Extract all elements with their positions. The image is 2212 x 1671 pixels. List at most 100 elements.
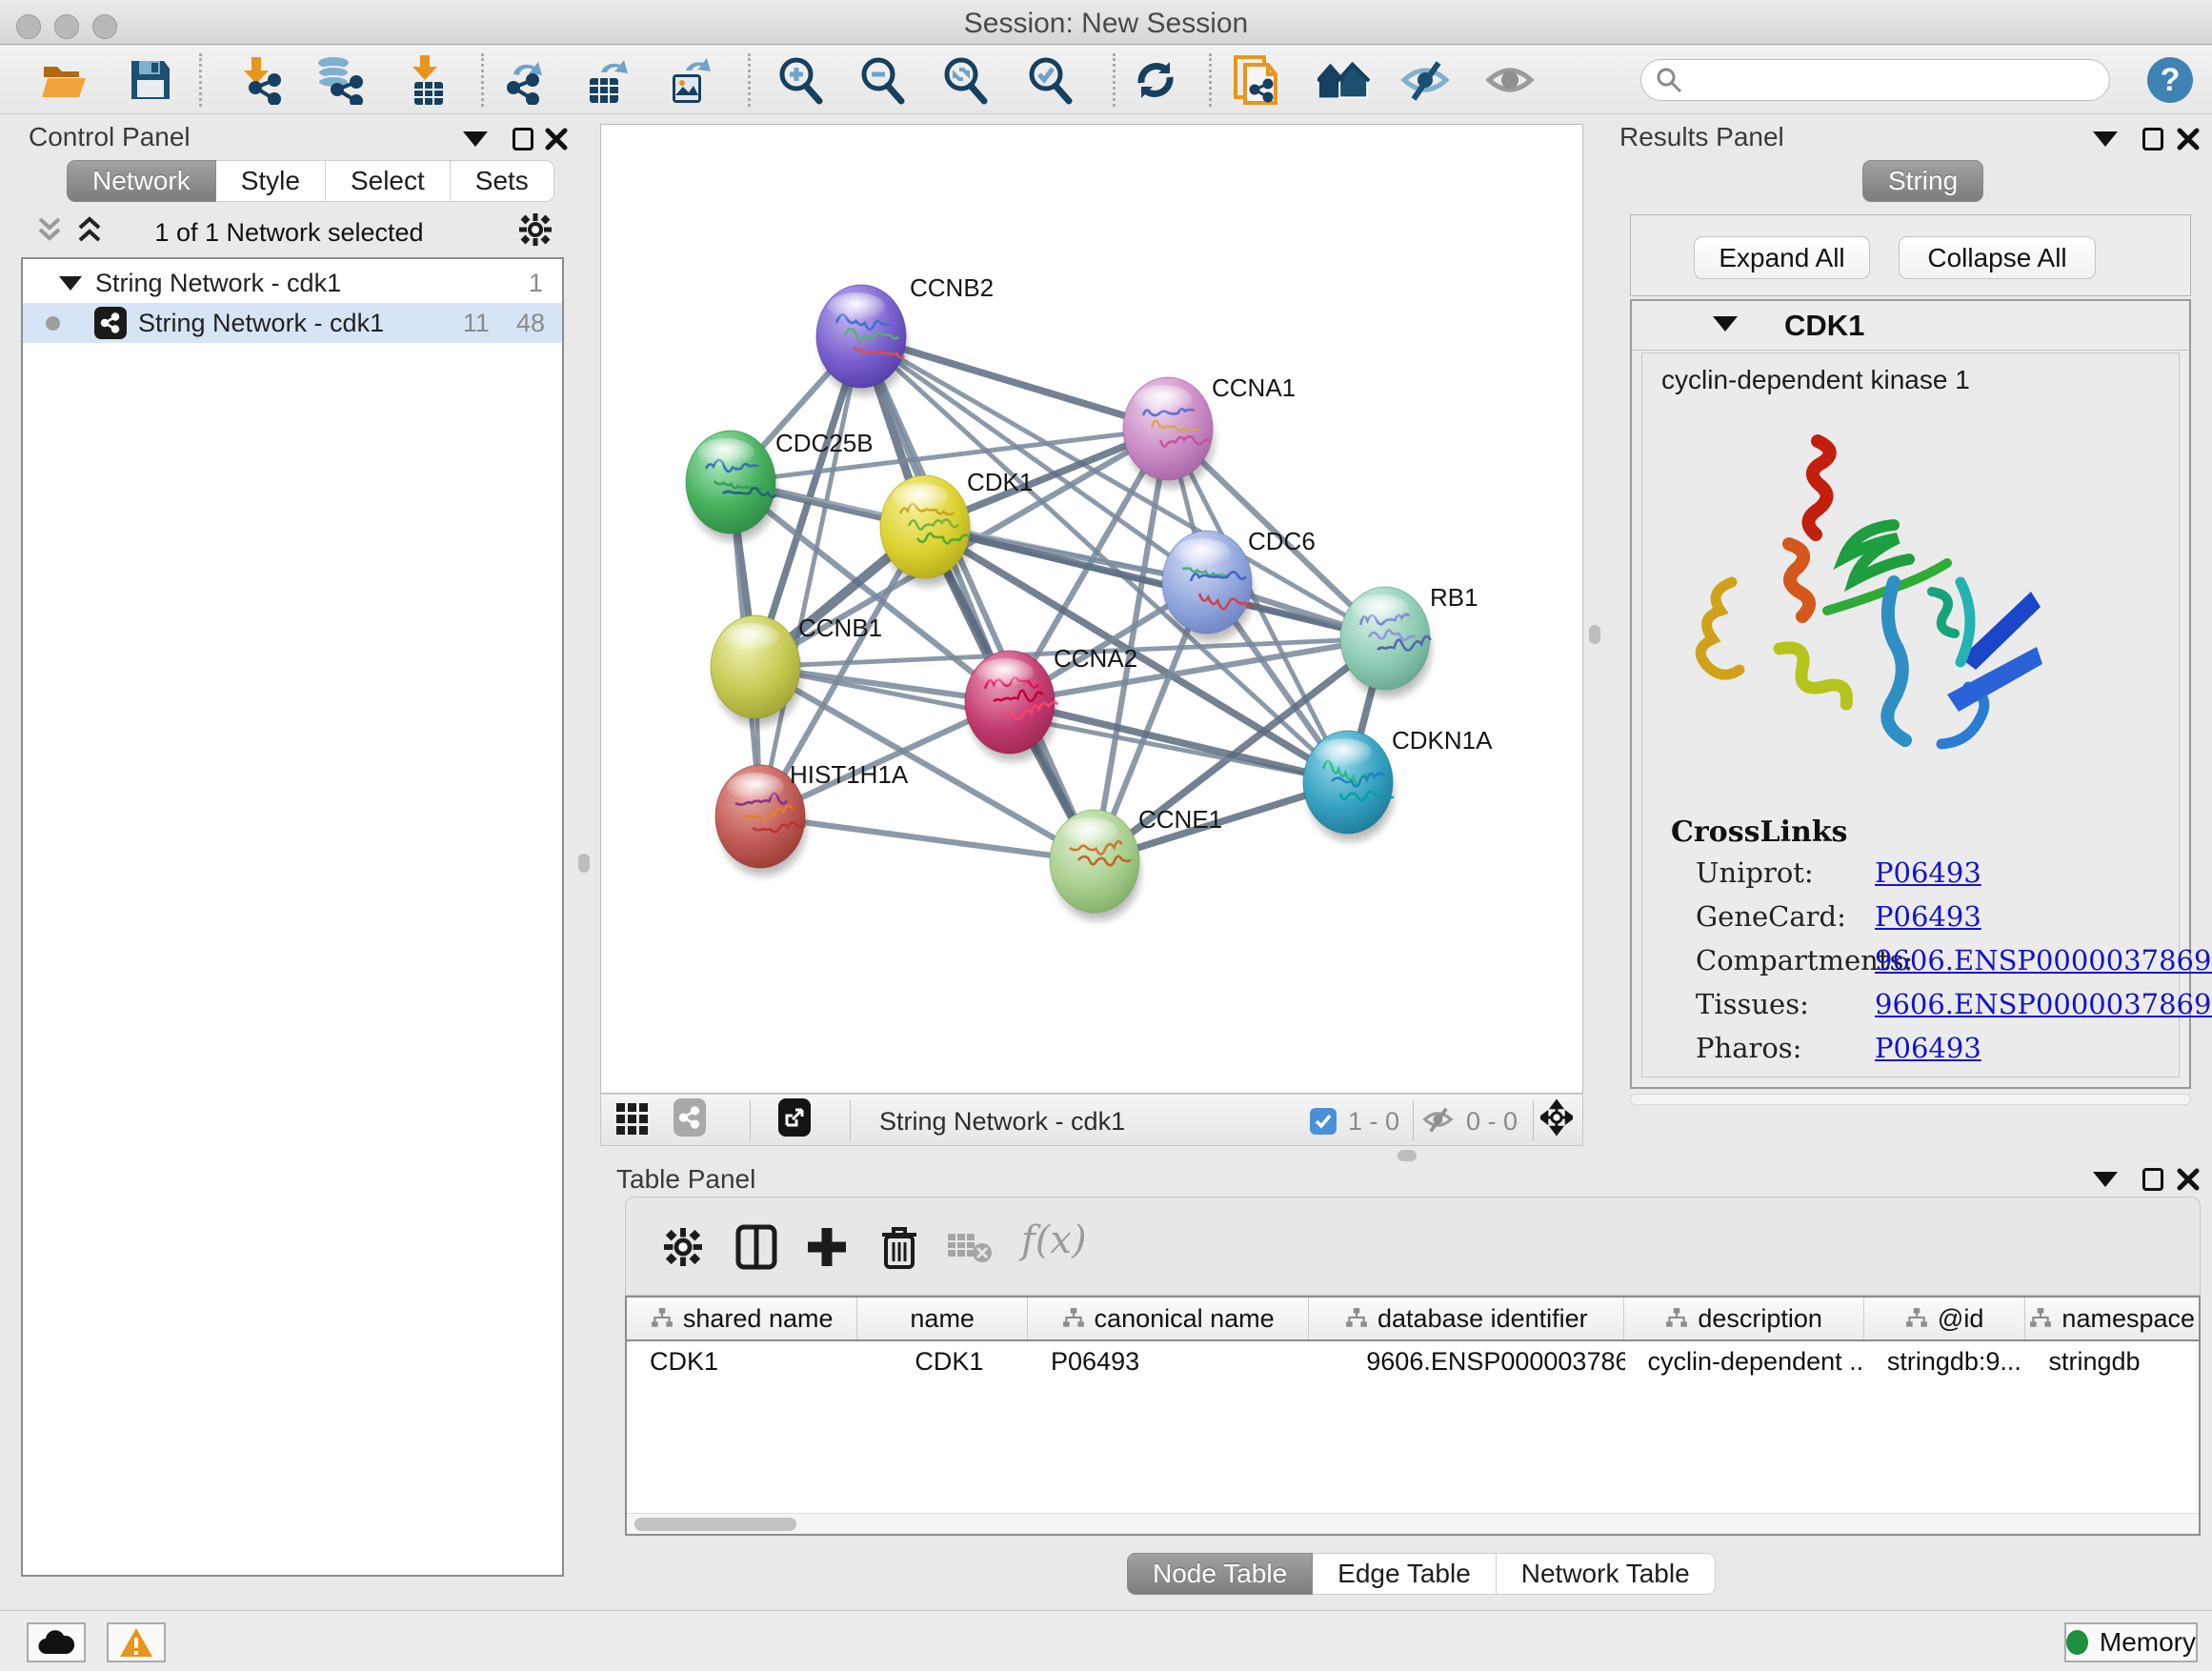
- toolbar-separator: [1113, 53, 1116, 107]
- zoom-selected-button[interactable]: [1023, 55, 1076, 105]
- birdseye-view-button[interactable]: [778, 1102, 811, 1133]
- network-badge-button[interactable]: [674, 1102, 706, 1133]
- results-panel-close-button[interactable]: [2172, 124, 2204, 154]
- search-input[interactable]: [1683, 66, 2083, 95]
- results-panel-menu-button[interactable]: [2089, 124, 2122, 154]
- memory-label: Memory: [2100, 1627, 2196, 1658]
- table-hscrollbar-thumb[interactable]: [634, 1518, 796, 1531]
- expand-all-button[interactable]: Expand All: [1694, 236, 1870, 279]
- warnings-button[interactable]: [107, 1622, 166, 1662]
- network-node-HIST1H1A[interactable]: HIST1H1A: [715, 760, 909, 876]
- hide-graphics-details-button[interactable]: [1399, 55, 1453, 105]
- results-scrollbar-track[interactable]: [1630, 1094, 2191, 1105]
- manage-networks-button[interactable]: [1317, 55, 1371, 105]
- apply-layout-button[interactable]: [1129, 55, 1182, 105]
- show-columns-button[interactable]: [732, 1222, 781, 1272]
- function-builder-button[interactable]: f(x): [1021, 1218, 1087, 1262]
- import-network-file-button[interactable]: [232, 55, 286, 105]
- tab-edge-table[interactable]: Edge Table: [1313, 1553, 1497, 1595]
- results-panel-float-button[interactable]: [2137, 124, 2169, 154]
- crosslink-link[interactable]: P06493: [1875, 1032, 1981, 1064]
- database-icon: [312, 55, 364, 105]
- column-header-description[interactable]: description: [1624, 1298, 1863, 1339]
- import-table-button[interactable]: [401, 55, 454, 105]
- zoom-in-button[interactable]: [774, 55, 827, 105]
- network-edge[interactable]: [760, 816, 1095, 861]
- zoom-selected-icon: [1025, 55, 1075, 105]
- column-header-canonical-name[interactable]: canonical name: [1028, 1298, 1309, 1339]
- control-panel-tabs: Network Style Select Sets: [67, 160, 554, 202]
- network-options-button[interactable]: [519, 214, 552, 245]
- tree-expander-icon[interactable]: [59, 276, 82, 291]
- column-header-shared-name[interactable]: shared name: [627, 1298, 857, 1339]
- network-node-CCNE1[interactable]: CCNE1: [1050, 805, 1222, 920]
- clone-network-button[interactable]: [1231, 55, 1284, 105]
- table-panel-float-button[interactable]: [2137, 1164, 2169, 1195]
- tab-style[interactable]: Style: [216, 160, 326, 202]
- column-header-name[interactable]: name: [857, 1298, 1028, 1339]
- export-image-button[interactable]: [663, 55, 716, 105]
- collapse-all-button[interactable]: Collapse All: [1899, 236, 2096, 279]
- tab-network-table[interactable]: Network Table: [1497, 1553, 1716, 1595]
- save-icon: [128, 57, 173, 103]
- tab-sets[interactable]: Sets: [451, 160, 554, 202]
- tab-network[interactable]: Network: [67, 160, 216, 202]
- tab-string[interactable]: String: [1862, 160, 1983, 202]
- cloud-status-button[interactable]: [27, 1622, 86, 1662]
- network-view-canvas[interactable]: CCNB2CCNA1CDC25BCDK1CDC6RB1CCNB1CCNA2CDK…: [600, 124, 1583, 1094]
- check-icon: [1314, 1112, 1333, 1131]
- network-node-RB1[interactable]: RB1: [1340, 583, 1478, 697]
- column-header-namespace[interactable]: namespace: [2025, 1298, 2199, 1339]
- crosslink-link[interactable]: 9606.ENSP00000378699: [1875, 944, 2212, 976]
- hidden-items-button[interactable]: [1422, 1104, 1455, 1135]
- help-button[interactable]: ?: [2147, 57, 2193, 103]
- vertical-splitter-handle[interactable]: [1589, 625, 1600, 644]
- network-node-CDK1[interactable]: CDK1: [880, 468, 1033, 586]
- memory-button[interactable]: Memory: [2064, 1622, 2198, 1662]
- delete-column-button[interactable]: [875, 1222, 924, 1272]
- import-table-icon: [403, 55, 452, 105]
- collapse-section-icon[interactable]: [1713, 316, 1738, 332]
- export-network-button[interactable]: [498, 55, 552, 105]
- table-row[interactable]: CDK1 CDK1 P06493 9606.ENSP00000378699 cy…: [627, 1341, 2199, 1383]
- network-collection-row[interactable]: String Network - cdk1 1: [23, 263, 562, 303]
- network-edge[interactable]: [861, 336, 1168, 429]
- open-session-button[interactable]: [38, 55, 91, 105]
- network-node-label: CDK1: [967, 468, 1033, 496]
- network-node-label: CDC6: [1248, 527, 1316, 555]
- network-node-CDKN1A[interactable]: CDKN1A: [1303, 726, 1493, 841]
- control-panel-menu-button[interactable]: [459, 124, 492, 154]
- selected-nodes-checkbox[interactable]: [1310, 1108, 1337, 1135]
- crosslink-link[interactable]: 9606.ENSP00000378699: [1875, 988, 2212, 1020]
- cell-description: cyclin-dependent ...: [1625, 1341, 1864, 1383]
- table-options-button[interactable]: [658, 1222, 708, 1272]
- column-header-id[interactable]: @id: [1864, 1298, 2026, 1339]
- vertical-splitter-handle[interactable]: [578, 854, 590, 873]
- tab-node-table[interactable]: Node Table: [1127, 1553, 1313, 1595]
- column-header-database-identifier[interactable]: database identifier: [1309, 1298, 1624, 1339]
- add-column-button[interactable]: [802, 1222, 852, 1272]
- export-table-button[interactable]: [580, 55, 633, 105]
- gene-header-row[interactable]: CDK1: [1632, 301, 2189, 351]
- zoom-out-button[interactable]: [855, 55, 909, 105]
- save-session-button[interactable]: [124, 55, 177, 105]
- refresh-icon: [1132, 56, 1179, 104]
- table-panel-menu-button[interactable]: [2089, 1164, 2122, 1195]
- table-panel-close-button[interactable]: [2172, 1164, 2204, 1195]
- search-box[interactable]: [1640, 59, 2110, 101]
- show-graphics-details-button[interactable]: [1484, 55, 1538, 105]
- tab-select[interactable]: Select: [326, 160, 451, 202]
- share-network-icon: [674, 1098, 706, 1137]
- grid-view-button[interactable]: [616, 1104, 649, 1135]
- table-hscrollbar-track[interactable]: [627, 1513, 2199, 1534]
- delete-table-button[interactable]: [945, 1222, 995, 1272]
- control-panel-float-button[interactable]: [507, 124, 539, 154]
- pan-mode-button[interactable]: [1540, 1102, 1573, 1133]
- crosslink-link[interactable]: P06493: [1875, 856, 1981, 889]
- network-row-selected[interactable]: String Network - cdk1 11 48: [23, 303, 562, 343]
- crosslink-link[interactable]: P06493: [1875, 900, 1981, 933]
- import-network-database-button[interactable]: [312, 55, 365, 105]
- table-panel: Table Panel f(x) shared name name: [600, 1160, 2212, 1610]
- control-panel-close-button[interactable]: [540, 124, 573, 154]
- zoom-fit-button[interactable]: [938, 55, 992, 105]
